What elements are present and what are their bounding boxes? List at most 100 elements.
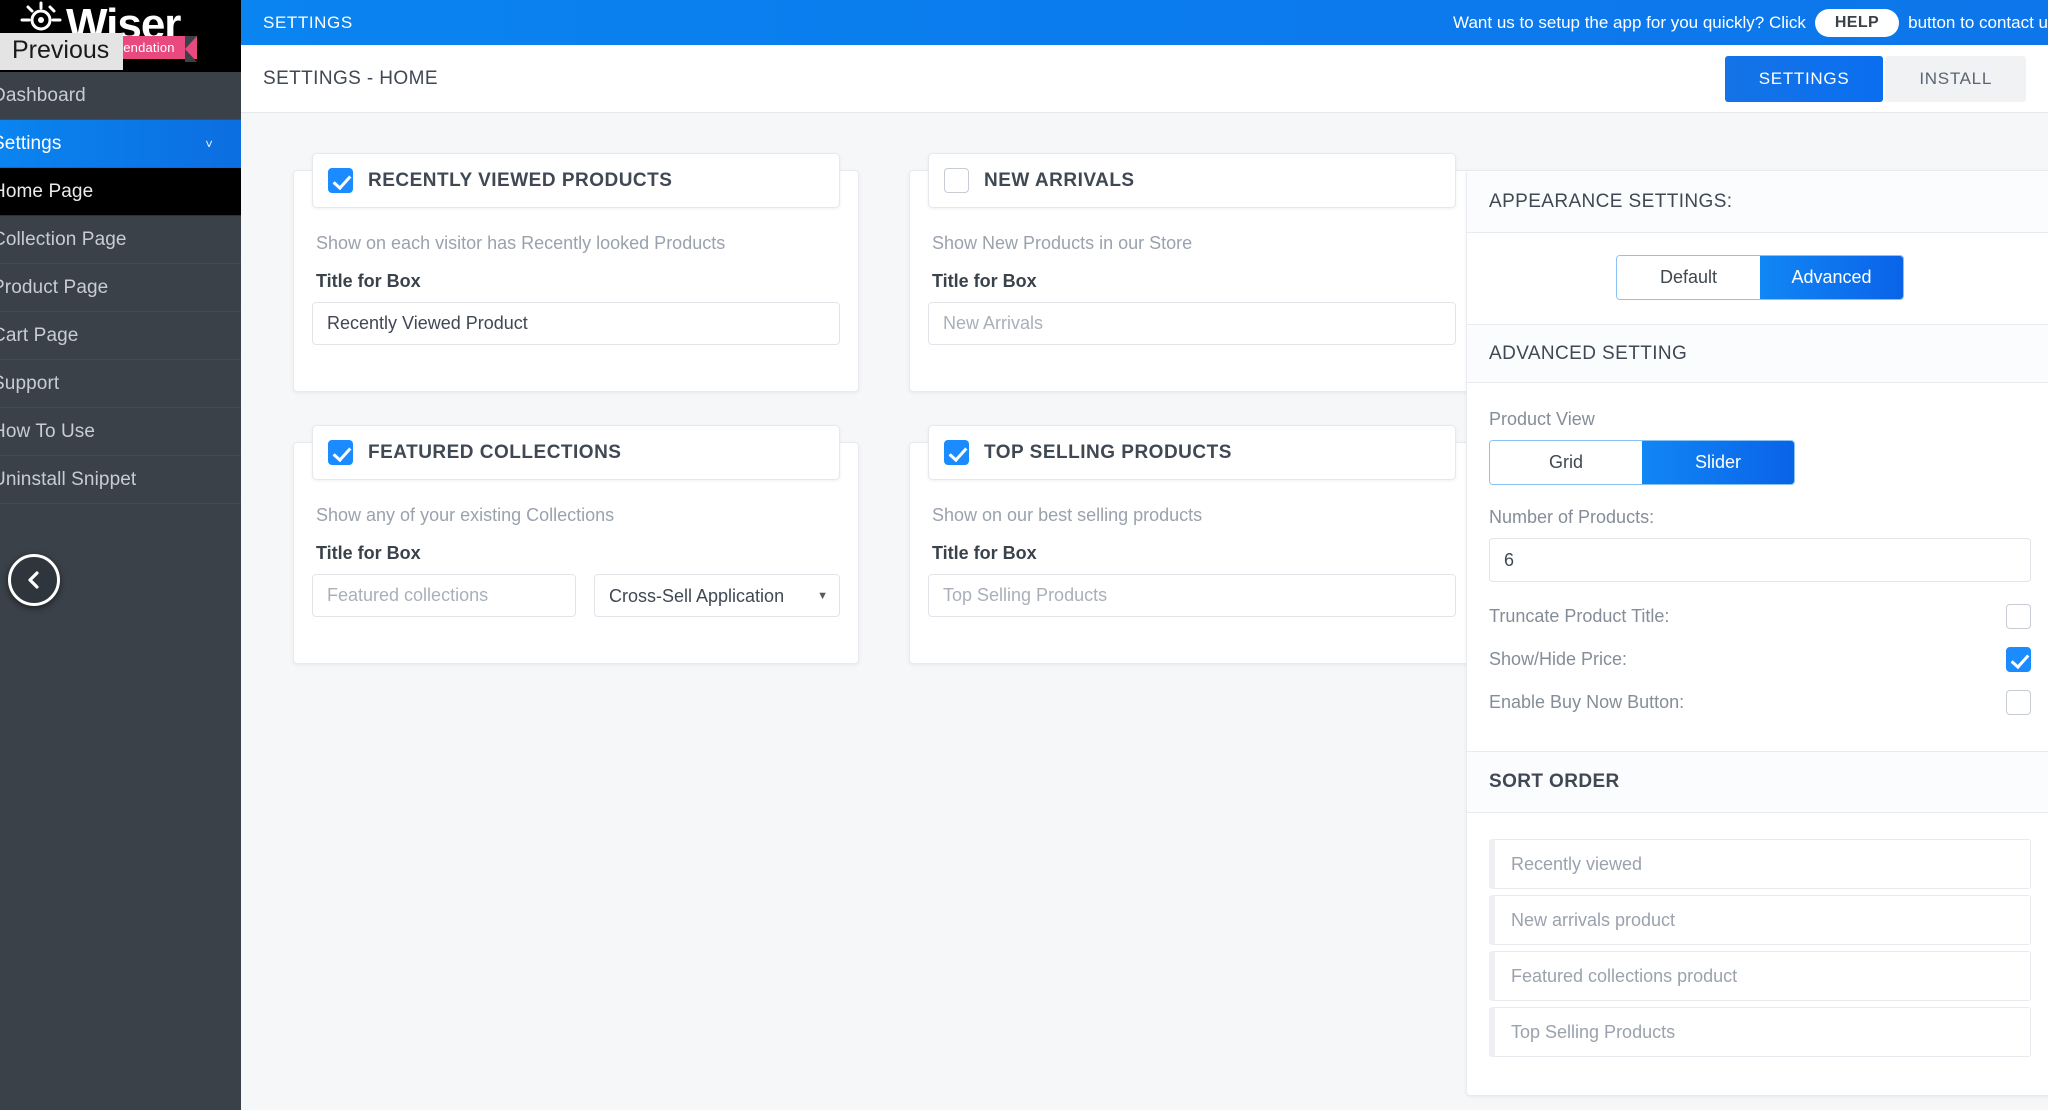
collection-select[interactable]: Cross-Sell Application <box>594 574 840 617</box>
sidebar-item-support[interactable]: Support <box>0 360 241 408</box>
sub-header: SETTINGS - HOME SETTINGS INSTALL <box>241 45 2048 113</box>
sidebar-item-label: Dashboard <box>0 84 86 106</box>
top-bar: SETTINGS Want us to setup the app for yo… <box>241 0 2048 45</box>
card-header: FEATURED COLLECTIONS <box>312 425 840 480</box>
enable-checkbox[interactable] <box>328 440 353 465</box>
sidebar-item-collection-page[interactable]: Collection Page <box>0 216 241 264</box>
sidebar-item-label: Cart Page <box>0 324 79 346</box>
option-truncate-product-title: Truncate Product Title: <box>1489 604 2031 629</box>
ribbon-notch <box>184 36 197 62</box>
option-enable-buy-now-button: Enable Buy Now Button: <box>1489 690 2031 715</box>
top-bar-title: SETTINGS <box>263 12 353 32</box>
appearance-settings-panel: APPEARANCE SETTINGS: Default Advanced AD… <box>1466 170 2048 1096</box>
card-description: Show New Products in our Store <box>932 233 1193 253</box>
appearance-settings-title: APPEARANCE SETTINGS: <box>1467 171 2048 233</box>
card-title: RECENTLY VIEWED PRODUCTS <box>368 169 673 191</box>
sidebar: Wiser Recommendation Previous Dashboard … <box>0 0 241 1110</box>
sort-order-item[interactable]: Recently viewed <box>1489 839 2031 889</box>
app-root: Wiser Recommendation Previous Dashboard … <box>0 0 2048 1110</box>
mode-default-button[interactable]: Default <box>1617 256 1760 299</box>
card-title: NEW ARRIVALS <box>984 169 1135 191</box>
show-hide-price-checkbox[interactable] <box>2006 647 2031 672</box>
sort-order-list: Recently viewed New arrivals product Fea… <box>1467 813 2048 1067</box>
sidebar-item-label: Product Page <box>0 276 109 298</box>
sidebar-item-label: Home Page <box>0 180 94 202</box>
title-for-box-input[interactable] <box>312 574 576 617</box>
card-featured-collections: FEATURED COLLECTIONS Show any of your ex… <box>293 425 859 664</box>
card-description: Show on our best selling products <box>932 505 1203 525</box>
card-description: Show any of your existing Collections <box>316 505 615 525</box>
title-for-box-input[interactable] <box>928 574 1456 617</box>
sort-order-item[interactable]: Top Selling Products <box>1489 1007 2031 1057</box>
card-header: RECENTLY VIEWED PRODUCTS <box>312 153 840 208</box>
sidebar-item-home-page[interactable]: Home Page <box>0 168 241 216</box>
enable-checkbox[interactable] <box>328 168 353 193</box>
product-view-label: Product View <box>1489 409 1595 429</box>
title-for-box-label: Title for Box <box>932 271 1037 291</box>
number-of-products-label: Number of Products: <box>1489 507 1655 527</box>
sort-order-title: SORT ORDER <box>1467 751 2048 813</box>
header-tab-group: SETTINGS INSTALL <box>1724 55 2026 102</box>
sidebar-item-label: Support <box>0 372 60 394</box>
sidebar-item-label: Collection Page <box>0 228 127 250</box>
title-for-box-label: Title for Box <box>932 543 1037 563</box>
option-label: Truncate Product Title: <box>1489 606 1670 626</box>
mode-advanced-button[interactable]: Advanced <box>1760 256 1903 299</box>
option-label: Show/Hide Price: <box>1489 649 1628 669</box>
sidebar-item-uninstall-snippet[interactable]: Uninstall Snippet <box>0 456 241 504</box>
card-description: Show on each visitor has Recently looked… <box>316 233 726 253</box>
card-title: FEATURED COLLECTIONS <box>368 441 622 463</box>
tab-settings[interactable]: SETTINGS <box>1724 55 1884 102</box>
chevron-down-icon: ˅ <box>205 136 213 151</box>
card-new-arrivals: NEW ARRIVALS Show New Products in our St… <box>909 153 1475 392</box>
card-header: NEW ARRIVALS <box>928 153 1456 208</box>
advanced-setting-body: Product View Grid Slider Number of Produ… <box>1467 383 2048 739</box>
truncate-product-title-checkbox[interactable] <box>2006 604 2031 629</box>
card-inputs-row <box>312 302 840 345</box>
card-inputs-row: Cross-Sell Application ▼ <box>312 574 840 617</box>
sidebar-nav: Dashboard Settings ˅ Home Page Collectio… <box>0 72 241 504</box>
card-top-selling-products: TOP SELLING PRODUCTS Show on our best se… <box>909 425 1475 664</box>
help-button[interactable]: HELP <box>1814 8 1900 37</box>
sidebar-item-label: How To Use <box>0 420 96 442</box>
settings-cards-grid: RECENTLY VIEWED PRODUCTS Show on each vi… <box>293 153 1475 664</box>
sidebar-item-product-page[interactable]: Product Page <box>0 264 241 312</box>
enable-checkbox[interactable] <box>944 440 969 465</box>
title-for-box-input[interactable] <box>928 302 1456 345</box>
card-title: TOP SELLING PRODUCTS <box>984 441 1232 463</box>
card-recently-viewed-products: RECENTLY VIEWED PRODUCTS Show on each vi… <box>293 153 859 392</box>
mode-segmented-control: Default Advanced <box>1616 255 1904 300</box>
sidebar-item-dashboard[interactable]: Dashboard <box>0 72 241 120</box>
number-of-products-input[interactable] <box>1489 538 2031 582</box>
brand-header: Wiser Recommendation Previous <box>0 0 241 72</box>
option-show-hide-price: Show/Hide Price: <box>1489 647 2031 672</box>
notice-text-before: Want us to setup the app for you quickly… <box>1453 12 1806 32</box>
appearance-mode-toggle: Default Advanced <box>1467 233 2048 325</box>
product-view-grid-button[interactable]: Grid <box>1490 441 1642 484</box>
option-label: Enable Buy Now Button: <box>1489 692 1685 712</box>
top-bar-notice: Want us to setup the app for you quickly… <box>1453 8 2048 37</box>
sidebar-item-label: Uninstall Snippet <box>0 468 137 490</box>
product-view-segmented-control: Grid Slider <box>1489 440 1795 485</box>
card-header: TOP SELLING PRODUCTS <box>928 425 1456 480</box>
enable-checkbox[interactable] <box>944 168 969 193</box>
breadcrumb: SETTINGS - HOME <box>263 67 438 89</box>
sort-order-item[interactable]: Featured collections product <box>1489 951 2031 1001</box>
enable-buy-now-checkbox[interactable] <box>2006 690 2031 715</box>
product-view-slider-button[interactable]: Slider <box>1642 441 1794 484</box>
notice-text-after: button to contact u <box>1908 12 2048 32</box>
sort-order-item[interactable]: New arrivals product <box>1489 895 2031 945</box>
title-for-box-input[interactable] <box>312 302 840 345</box>
tab-install[interactable]: INSTALL <box>1885 55 2026 102</box>
card-inputs-row <box>928 574 1456 617</box>
sidebar-item-settings[interactable]: Settings ˅ <box>0 120 241 168</box>
sidebar-item-cart-page[interactable]: Cart Page <box>0 312 241 360</box>
chevron-left-icon <box>24 569 44 591</box>
collection-select-wrap: Cross-Sell Application ▼ <box>594 574 840 617</box>
content-area: RECENTLY VIEWED PRODUCTS Show on each vi… <box>241 113 2048 1110</box>
title-for-box-label: Title for Box <box>316 543 421 563</box>
sidebar-collapse-button[interactable] <box>8 554 60 606</box>
previous-tooltip: Previous <box>0 33 124 70</box>
sidebar-item-how-to-use[interactable]: How To Use <box>0 408 241 456</box>
title-for-box-label: Title for Box <box>316 271 421 291</box>
